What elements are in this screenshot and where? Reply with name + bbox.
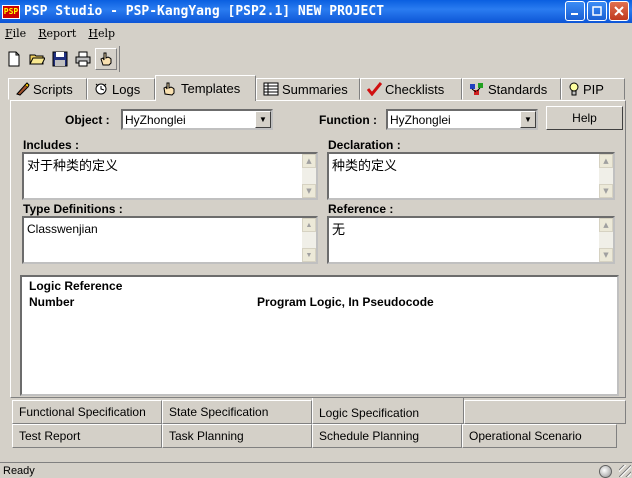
- scroll-down-icon[interactable]: ▼: [302, 184, 316, 198]
- tab-logs[interactable]: Logs: [87, 78, 155, 100]
- print-icon: [75, 51, 91, 67]
- object-select-value: HyZhonglei: [125, 112, 186, 127]
- scroll-up-icon[interactable]: ▲: [599, 154, 613, 168]
- logic-table[interactable]: Logic Reference Number Program Logic, In…: [20, 275, 619, 396]
- object-label: Object :: [65, 113, 110, 127]
- chevron-down-icon[interactable]: ▼: [520, 111, 536, 128]
- new-document-icon: [8, 51, 20, 67]
- declaration-field[interactable]: 种类的定义 ▲ ▼: [327, 152, 615, 200]
- scripts-icon: [16, 82, 30, 96]
- reference-field[interactable]: 无 ▲ ▼: [327, 216, 615, 264]
- print-button[interactable]: [72, 48, 94, 70]
- summaries-icon: [263, 82, 279, 96]
- menu-help[interactable]: Help: [88, 27, 115, 40]
- status-indicator-icon: [599, 465, 612, 478]
- tab-pip-label: PIP: [583, 81, 604, 97]
- hand-pointer-icon: [100, 52, 112, 66]
- tab-pip[interactable]: PIP: [561, 78, 625, 100]
- close-button[interactable]: [609, 1, 629, 21]
- function-label: Function :: [319, 113, 377, 127]
- logic-number-header: Number: [29, 295, 75, 309]
- resize-grip-icon[interactable]: [619, 465, 631, 477]
- tab-standards[interactable]: Standards: [462, 78, 561, 100]
- tab-operational-scenario[interactable]: Operational Scenario: [462, 424, 617, 448]
- includes-scrollbar[interactable]: ▲ ▼: [302, 154, 316, 198]
- open-button[interactable]: [26, 48, 48, 70]
- tab-schedule-planning[interactable]: Schedule Planning: [312, 424, 462, 448]
- includes-text: 对于种类的定义: [27, 159, 119, 174]
- checkmark-icon: [367, 82, 382, 96]
- tab-state-specification[interactable]: State Specification: [162, 400, 312, 424]
- type-definitions-text: Classwenjian: [27, 222, 98, 236]
- includes-label: Includes :: [23, 138, 80, 152]
- new-button[interactable]: [3, 48, 25, 70]
- menu-file[interactable]: File: [5, 27, 26, 40]
- logs-icon: [95, 83, 107, 95]
- close-icon: [614, 6, 624, 16]
- menu-report[interactable]: Report: [38, 27, 76, 40]
- pointer-button[interactable]: [95, 48, 117, 70]
- tab-logs-label: Logs: [112, 81, 141, 97]
- tab-templates[interactable]: Templates: [155, 75, 256, 101]
- scroll-down-icon[interactable]: ▼: [599, 248, 613, 262]
- tab-summaries-label: Summaries: [282, 81, 348, 97]
- includes-field[interactable]: 对于种类的定义 ▲ ▼: [22, 152, 318, 200]
- tab-checklists-label: Checklists: [385, 81, 445, 97]
- chevron-down-icon[interactable]: ▼: [255, 111, 271, 128]
- tab-checklists[interactable]: Checklists: [360, 78, 462, 100]
- save-button[interactable]: [49, 48, 71, 70]
- toolbar: [3, 46, 120, 72]
- type-definitions-label: Type Definitions :: [23, 202, 123, 216]
- scroll-down-icon[interactable]: ▼: [302, 248, 316, 262]
- tab-row1-empty: [464, 400, 626, 424]
- tab-functional-specification[interactable]: Functional Specification: [12, 400, 162, 424]
- templates-icon: [163, 82, 175, 96]
- tab-task-planning[interactable]: Task Planning: [162, 424, 312, 448]
- reference-scrollbar[interactable]: ▲ ▼: [599, 218, 613, 262]
- tab-templates-label: Templates: [181, 81, 241, 96]
- window-title: PSP Studio - PSP-KangYang [PSP2.1] NEW P…: [24, 4, 385, 19]
- maximize-icon: [592, 6, 602, 16]
- scroll-up-icon[interactable]: ▲: [599, 218, 613, 232]
- menu-bar: File Report Help: [0, 23, 632, 43]
- function-select[interactable]: HyZhonglei ▼: [386, 109, 538, 130]
- reference-text: 无: [332, 223, 346, 238]
- status-text: Ready: [3, 464, 35, 477]
- type-definitions-field[interactable]: Classwenjian ▲ ▼: [22, 216, 318, 264]
- maximize-button[interactable]: [587, 1, 607, 21]
- reference-label: Reference :: [328, 202, 394, 216]
- function-select-value: HyZhonglei: [390, 112, 451, 127]
- lightbulb-icon: [569, 82, 579, 95]
- tab-test-report[interactable]: Test Report: [12, 424, 162, 448]
- declaration-label: Declaration :: [328, 138, 401, 152]
- tab-scripts-label: Scripts: [33, 81, 73, 97]
- save-disk-icon: [52, 51, 68, 67]
- scroll-down-icon[interactable]: ▼: [599, 184, 613, 198]
- declaration-scrollbar[interactable]: ▲ ▼: [599, 154, 613, 198]
- logic-reference-header: Logic Reference: [29, 279, 123, 293]
- program-logic-header: Program Logic, In Pseudocode: [257, 295, 434, 309]
- tab-summaries[interactable]: Summaries: [256, 78, 360, 100]
- tab-logic-specification[interactable]: Logic Specification: [312, 398, 464, 424]
- tab-standards-label: Standards: [488, 81, 548, 97]
- tab-scripts[interactable]: Scripts: [8, 78, 87, 100]
- standards-icon: [470, 83, 483, 95]
- open-folder-icon: [29, 54, 45, 65]
- minimize-icon: [571, 13, 578, 15]
- status-bar: Ready: [0, 462, 632, 478]
- app-logo-icon: PSP: [2, 4, 20, 19]
- minimize-button[interactable]: [565, 1, 585, 21]
- scroll-up-icon[interactable]: ▲: [302, 154, 316, 168]
- declaration-text: 种类的定义: [332, 159, 398, 174]
- scroll-up-icon[interactable]: ▲: [302, 218, 316, 232]
- help-button[interactable]: Help: [546, 106, 623, 130]
- object-select[interactable]: HyZhonglei ▼: [121, 109, 273, 130]
- title-bar: PSP PSP Studio - PSP-KangYang [PSP2.1] N…: [0, 0, 632, 23]
- top-tab-strip: Scripts Logs Templates Summaries Checkli…: [8, 75, 628, 101]
- type-definitions-scrollbar[interactable]: ▲ ▼: [302, 218, 316, 262]
